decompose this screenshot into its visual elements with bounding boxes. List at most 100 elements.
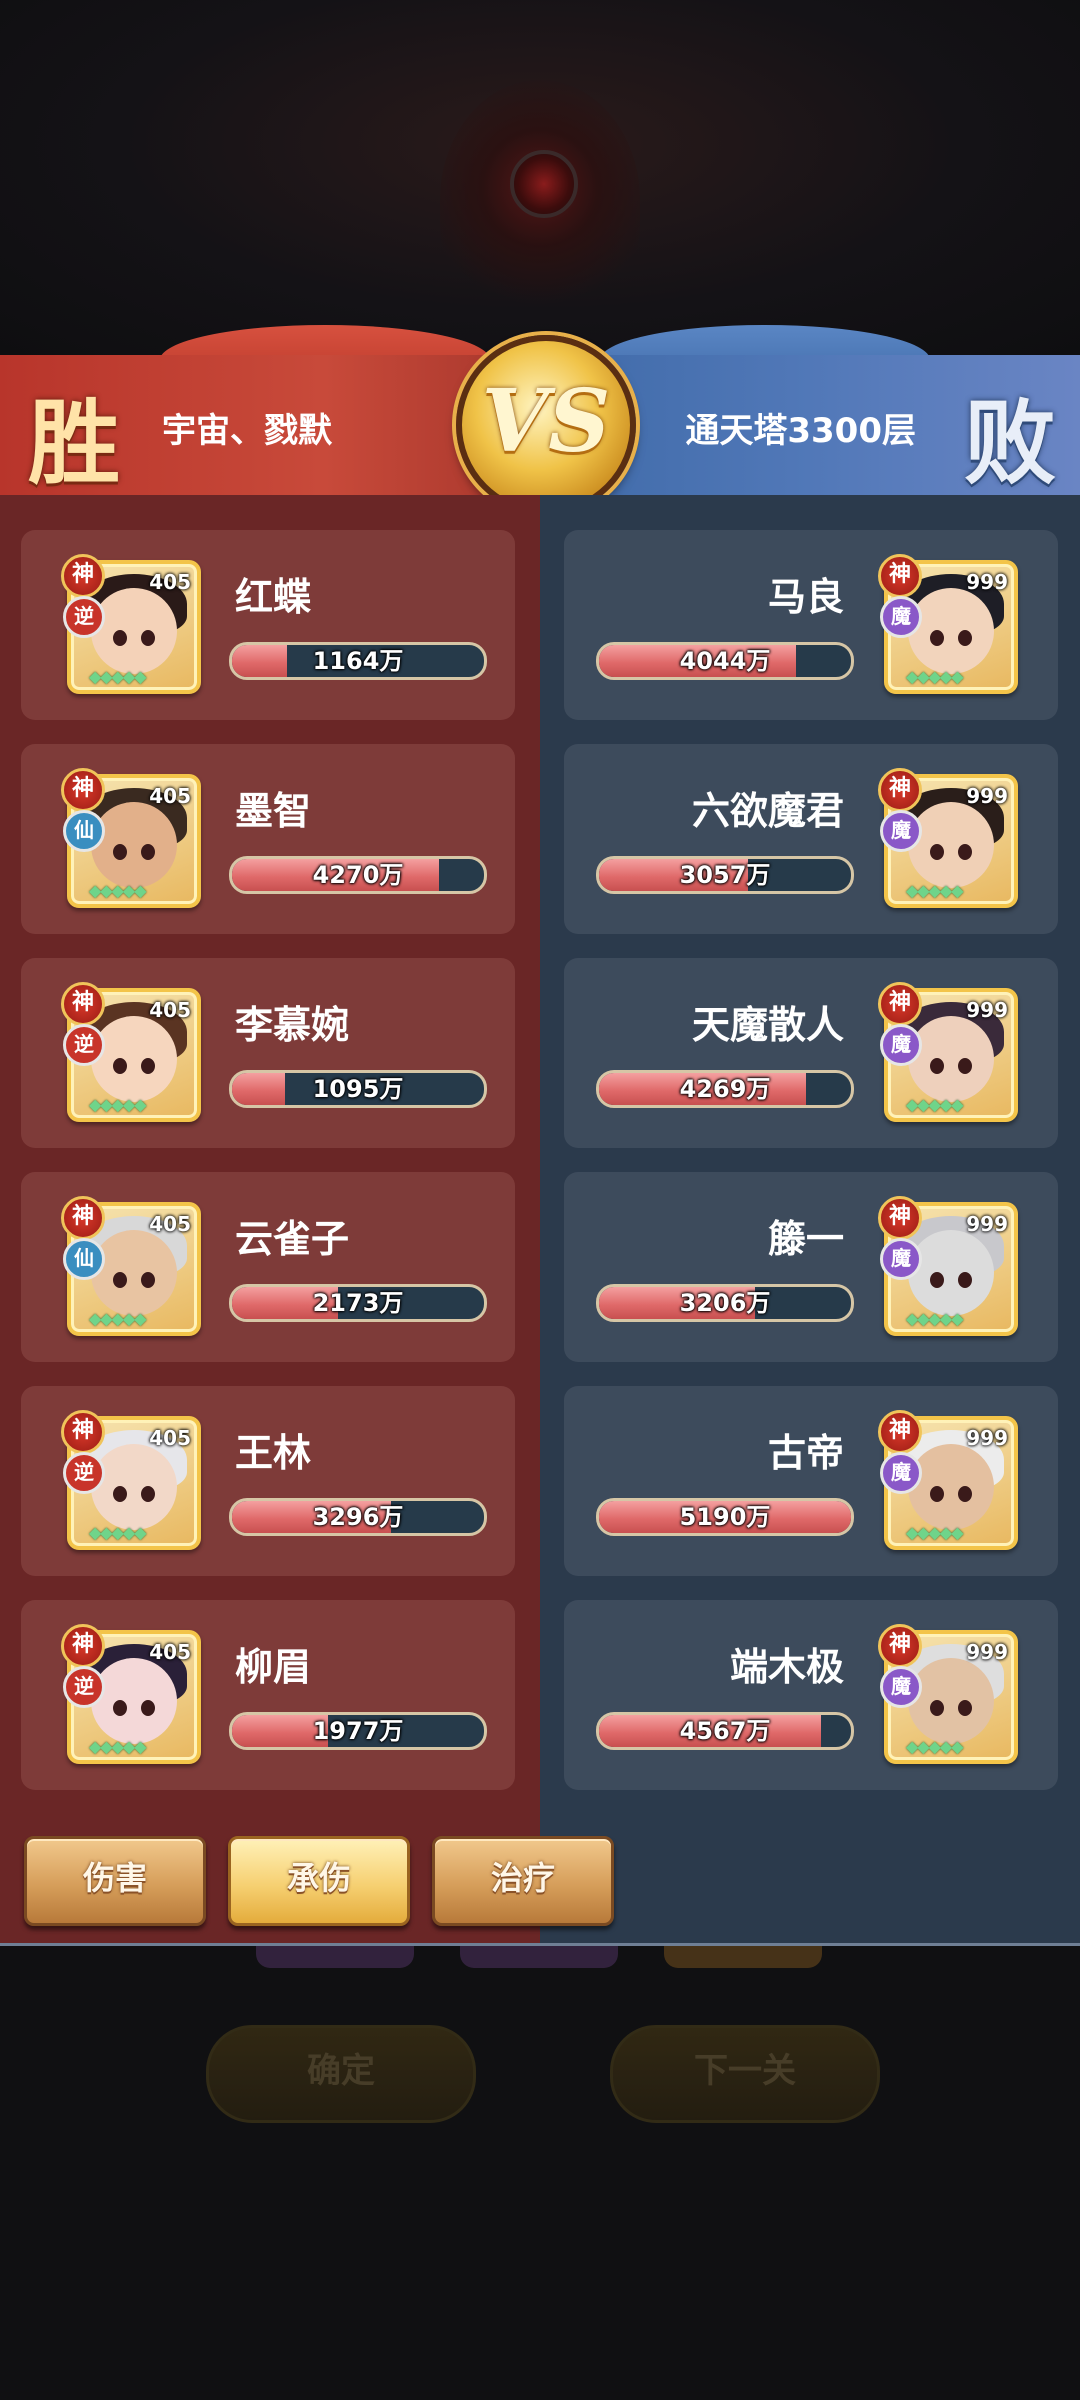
winner-hero-card[interactable]: ◆◆◆◆◆ 405 神仙 墨智 4270万 [21, 744, 515, 934]
damage-taken-bar: 4044万 [596, 642, 854, 680]
hero-name: 柳眉 [235, 1645, 312, 1689]
hero-eye [930, 1700, 944, 1716]
hero-face [908, 1230, 994, 1316]
hero-eye [141, 1700, 155, 1716]
rank-badge: 神 [61, 1196, 105, 1240]
hero-eye [113, 1700, 127, 1716]
damage-taken-value: 5190万 [679, 1503, 771, 1531]
hero-eye [930, 844, 944, 860]
hero-name: 云雀子 [235, 1217, 350, 1261]
hero-eye [958, 1700, 972, 1716]
hero-eye [958, 1486, 972, 1502]
star-rating-icon: ◆◆◆◆◆ [89, 881, 147, 900]
hero-face [908, 1658, 994, 1744]
loser-team-name: 通天塔3300层 [685, 411, 916, 451]
hero-face [908, 1444, 994, 1530]
loser-hero-card[interactable]: ◆◆◆◆◆ 999 神魔端木极 4567万 [564, 1600, 1058, 1790]
hero-eye [958, 630, 972, 646]
faded-strip [664, 1946, 822, 1968]
faded-strip [460, 1946, 618, 1968]
hero-level: 405 [149, 1212, 191, 1236]
confirm-button[interactable]: 确定 [206, 2025, 476, 2123]
hero-level: 405 [149, 570, 191, 594]
damage-taken-bar: 2173万 [229, 1284, 487, 1322]
rank-badge: 神 [61, 768, 105, 812]
damage-taken-bar: 3206万 [596, 1284, 854, 1322]
faction-badge: 魔 [880, 596, 922, 638]
faction-badge: 魔 [880, 1666, 922, 1708]
hero-eye [930, 630, 944, 646]
damage-taken-value: 4044万 [679, 647, 771, 675]
star-rating-icon: ◆◆◆◆◆ [906, 1737, 964, 1756]
rank-badge: 神 [878, 1196, 922, 1240]
damage-taken-value: 4270万 [312, 861, 404, 889]
next-level-button[interactable]: 下一关 [610, 2025, 880, 2123]
vs-badge: VS [456, 335, 636, 515]
faction-badge: 魔 [880, 1024, 922, 1066]
damage-taken-value: 3057万 [679, 861, 771, 889]
hero-face [91, 1016, 177, 1102]
hero-eye [958, 844, 972, 860]
rank-badge: 神 [878, 982, 922, 1026]
faction-badge: 逆 [63, 1024, 105, 1066]
damage-taken-value: 1095万 [312, 1075, 404, 1103]
battle-result-header: 胜 宇宙、戮默 通天塔3300层 败 VS [0, 325, 1080, 515]
winner-team-name: 宇宙、戮默 [162, 411, 332, 451]
damage-taken-bar: 3057万 [596, 856, 854, 894]
winner-hero-card[interactable]: ◆◆◆◆◆ 405 神逆 柳眉 1977万 [21, 1600, 515, 1790]
hero-eye [113, 844, 127, 860]
hero-eye [930, 1486, 944, 1502]
rank-badge: 神 [878, 768, 922, 812]
rank-badge: 神 [61, 554, 105, 598]
hero-eye [113, 1058, 127, 1074]
winner-hero-card[interactable]: ◆◆◆◆◆ 405 神逆 李慕婉 1095万 [21, 958, 515, 1148]
loser-hero-card[interactable]: ◆◆◆◆◆ 999 神魔马良 4044万 [564, 530, 1058, 720]
damage-taken-value: 4269万 [679, 1075, 771, 1103]
hero-name: 红蝶 [235, 575, 312, 619]
hero-level: 999 [966, 998, 1008, 1022]
damage-taken-value: 1164万 [312, 647, 404, 675]
hero-eye [958, 1058, 972, 1074]
damage-taken-bar: 4270万 [229, 856, 487, 894]
tab-heal[interactable]: 治疗 [432, 1836, 614, 1926]
damage-taken-value: 2173万 [312, 1289, 404, 1317]
faction-badge: 逆 [63, 596, 105, 638]
tab-damage[interactable]: 伤害 [24, 1836, 206, 1926]
hero-face [908, 1016, 994, 1102]
hero-eye [141, 1058, 155, 1074]
hero-eye [141, 1272, 155, 1288]
hero-face [91, 802, 177, 888]
loser-hero-card[interactable]: ◆◆◆◆◆ 999 神魔古帝 5190万 [564, 1386, 1058, 1576]
hero-name: 王林 [235, 1431, 312, 1475]
win-label: 胜 [28, 389, 121, 497]
hero-eye [930, 1058, 944, 1074]
loser-hero-card[interactable]: ◆◆◆◆◆ 999 神魔六欲魔君 3057万 [564, 744, 1058, 934]
hero-name: 墨智 [235, 789, 312, 833]
emblem-eye-icon [510, 150, 578, 218]
star-rating-icon: ◆◆◆◆◆ [906, 1309, 964, 1328]
hero-level: 405 [149, 1426, 191, 1450]
loser-hero-card[interactable]: ◆◆◆◆◆ 999 神魔天魔散人 4269万 [564, 958, 1058, 1148]
rank-badge: 神 [878, 1410, 922, 1454]
hero-face [91, 1230, 177, 1316]
hero-level: 999 [966, 1640, 1008, 1664]
winner-hero-card[interactable]: ◆◆◆◆◆ 405 神仙 云雀子 2173万 [21, 1172, 515, 1362]
star-rating-icon: ◆◆◆◆◆ [906, 1523, 964, 1542]
loser-hero-card[interactable]: ◆◆◆◆◆ 999 神魔籐一 3206万 [564, 1172, 1058, 1362]
hero-name: 籐一 [767, 1217, 844, 1261]
hero-name: 六欲魔君 [691, 789, 844, 833]
hero-eye [958, 1272, 972, 1288]
hero-eye [113, 630, 127, 646]
tab-damage-taken[interactable]: 承伤 [228, 1836, 410, 1926]
hero-name: 古帝 [767, 1431, 844, 1475]
hero-level: 405 [149, 998, 191, 1022]
damage-taken-bar: 1095万 [229, 1070, 487, 1108]
faded-strip [256, 1946, 414, 1968]
damage-taken-bar: 1977万 [229, 1712, 487, 1750]
hero-face [908, 802, 994, 888]
hero-name: 端木极 [729, 1645, 844, 1689]
faction-badge: 逆 [63, 1666, 105, 1708]
winner-hero-card[interactable]: ◆◆◆◆◆ 405 神逆 红蝶 1164万 [21, 530, 515, 720]
winner-hero-card[interactable]: ◆◆◆◆◆ 405 神逆 王林 3296万 [21, 1386, 515, 1576]
damage-taken-bar: 5190万 [596, 1498, 854, 1536]
